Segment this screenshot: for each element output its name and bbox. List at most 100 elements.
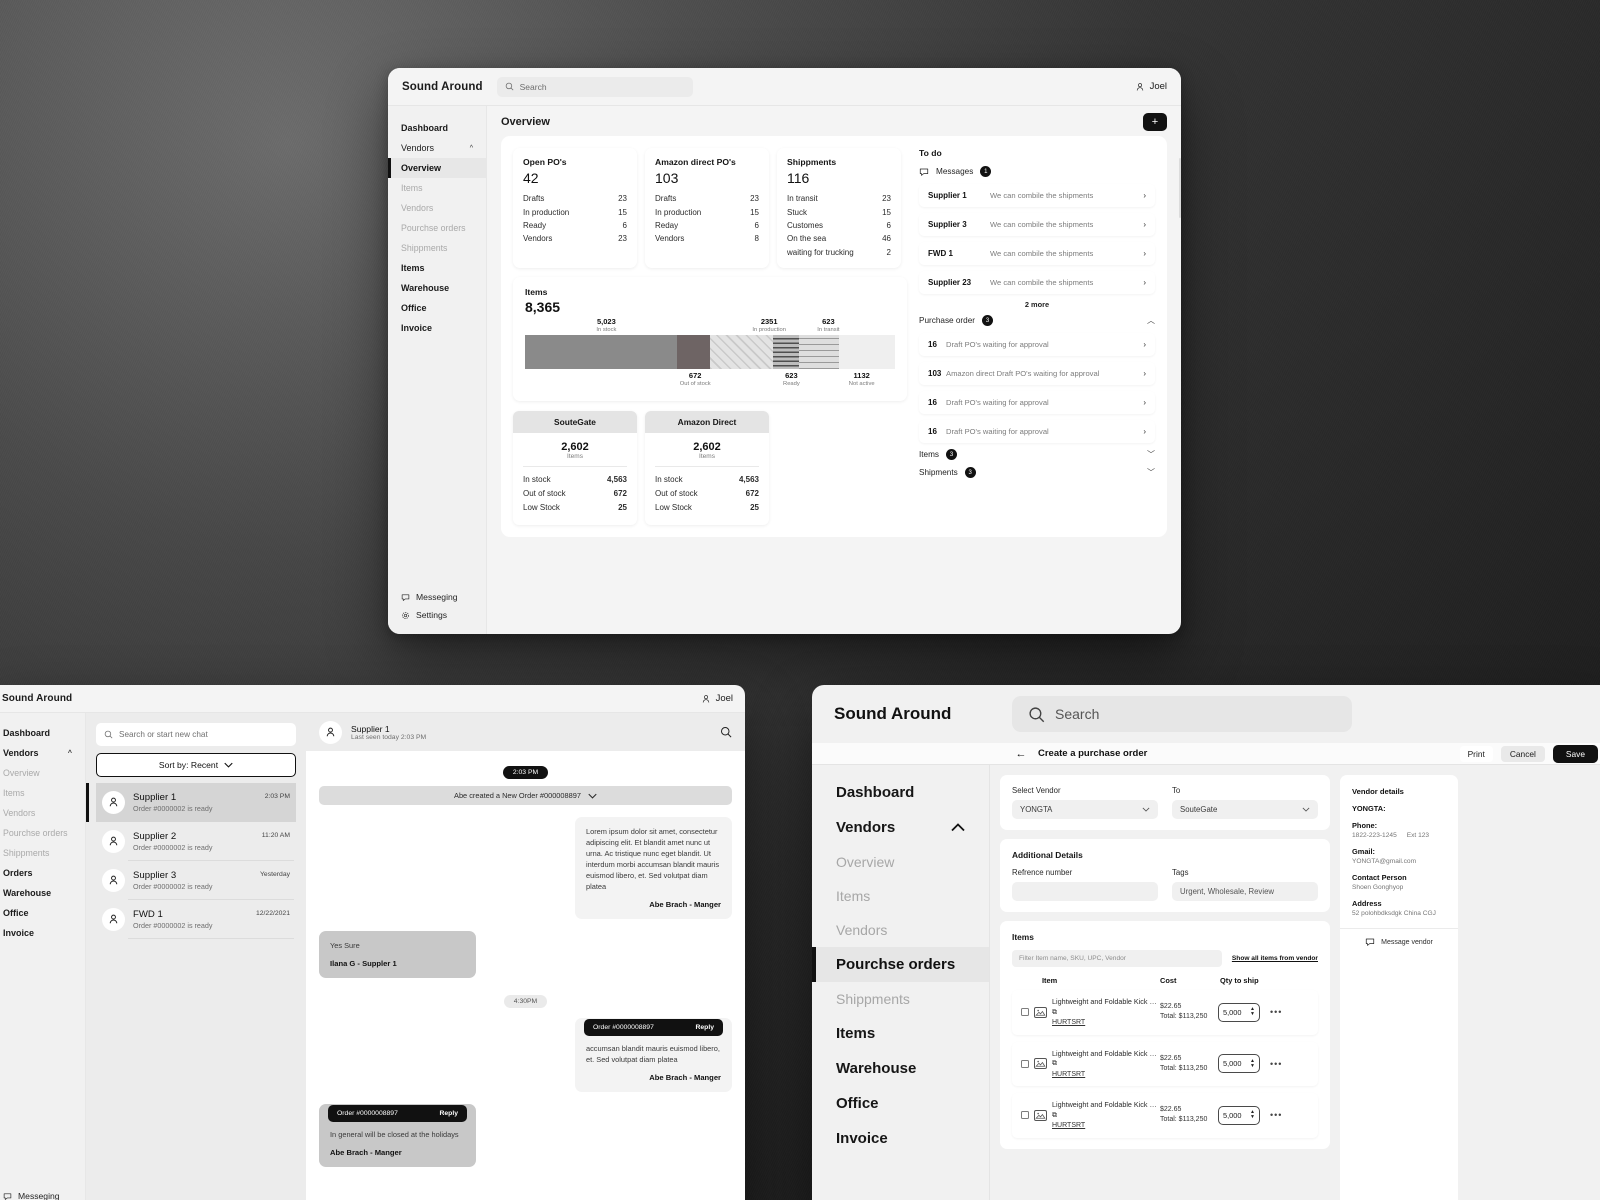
todo-po-row[interactable]: 16 Draft PO's waiting for approval › — [919, 333, 1155, 356]
sidebar-item-overview[interactable]: Overview — [388, 158, 486, 178]
sidebar-item-purchase-orders[interactable]: Pourchse orders — [388, 218, 486, 238]
user-menu[interactable]: Joel — [701, 693, 733, 704]
quoted-order[interactable]: Order #0000008897 Reply — [584, 1019, 723, 1036]
todo-section-shipments[interactable]: Shipments 3 ﹀ — [919, 467, 1155, 478]
todo-message-row[interactable]: Supplier 23 We can combile the shipments… — [919, 271, 1155, 294]
message-vendor-button[interactable]: Message vendor — [1352, 929, 1446, 955]
row-menu-icon[interactable]: ••• — [1270, 1059, 1282, 1069]
list-item[interactable]: Supplier 1 Order #0000002 is ready 2:03 … — [86, 783, 296, 822]
todo-message-row[interactable]: FWD 1 We can combile the shipments › — [919, 242, 1155, 265]
sidebar-item-items-sub[interactable]: Items — [812, 879, 989, 913]
todo-message-row[interactable]: Supplier 1 We can combile the shipments … — [919, 184, 1155, 207]
list-item[interactable]: Supplier 2 Order #0000002 is ready 11:20… — [96, 822, 296, 861]
sidebar-item-messaging[interactable]: Messeging — [401, 592, 473, 602]
sidebar-item-dashboard[interactable]: Dashboard — [812, 775, 989, 810]
to-dropdown[interactable]: SouteGate — [1172, 800, 1318, 819]
sidebar-item-vendors[interactable]: Vendors — [812, 810, 989, 845]
row-checkbox[interactable] — [1021, 1059, 1029, 1068]
sidebar-item-vendors-sub[interactable]: Vendors — [0, 803, 85, 823]
sidebar-item-invoice[interactable]: Invoice — [812, 1121, 989, 1156]
sidebar-item-items[interactable]: Items — [388, 258, 486, 278]
todo-scrollbar[interactable] — [1179, 158, 1181, 218]
search-input[interactable]: Search — [1012, 696, 1352, 732]
chevron-down-icon[interactable]: ﹀ — [1147, 449, 1155, 460]
sidebar-item-invoice[interactable]: Invoice — [388, 318, 486, 338]
sidebar-item-office[interactable]: Office — [388, 298, 486, 318]
sidebar-item-messaging[interactable]: Messeging — [3, 1191, 72, 1200]
row-menu-icon[interactable]: ••• — [1270, 1007, 1282, 1017]
chevron-down-icon[interactable]: ﹀ — [1147, 467, 1155, 478]
sidebar-item-warehouse[interactable]: Warehouse — [812, 1051, 989, 1086]
todo-more-link[interactable]: 2 more — [919, 300, 1155, 309]
item-sku[interactable]: HURTSRT — [1052, 1018, 1085, 1028]
user-menu[interactable]: Joel — [1135, 81, 1167, 92]
sidebar-item-items-sub[interactable]: Items — [0, 783, 85, 803]
stepper-arrows-icon[interactable]: ▲ ▼ — [1250, 1007, 1255, 1017]
quantity-stepper[interactable]: 5,000 ▲ ▼ — [1218, 1105, 1260, 1125]
stepper-arrows-icon[interactable]: ▲ ▼ — [1250, 1110, 1255, 1120]
quantity-stepper[interactable]: 5,000 ▲ ▼ — [1218, 1002, 1260, 1022]
cancel-button[interactable]: Cancel — [1500, 745, 1545, 762]
sidebar-item-vendors-sub[interactable]: Vendors — [388, 198, 486, 218]
sidebar-item-vendors[interactable]: Vendors ^ — [388, 138, 486, 158]
copy-icon[interactable]: ⧉ — [1052, 1110, 1057, 1119]
sidebar-item-settings[interactable]: Settings — [401, 610, 473, 620]
quantity-stepper[interactable]: 5,000 ▲ ▼ — [1218, 1054, 1260, 1074]
chat-search-input[interactable]: Search or start new chat — [96, 723, 296, 746]
sidebar-item-overview[interactable]: Overview — [0, 763, 85, 783]
sidebar-item-warehouse[interactable]: Warehouse — [388, 278, 486, 298]
todo-po-row[interactable]: 16 Draft PO's waiting for approval › — [919, 391, 1155, 414]
sidebar-item-items[interactable]: Items — [812, 1016, 989, 1051]
sidebar-item-vendors[interactable]: Vendors ^ — [0, 743, 85, 763]
sidebar-item-vendors-sub[interactable]: Vendors — [812, 913, 989, 947]
quoted-order[interactable]: Order #0000008897 Reply — [328, 1105, 467, 1122]
item-sku[interactable]: HURTSRT — [1052, 1121, 1085, 1131]
sidebar-item-office[interactable]: Office — [0, 903, 85, 923]
chevron-up-icon[interactable]: ︿ — [1147, 315, 1155, 326]
sidebar-item-items-sub[interactable]: Items — [388, 178, 486, 198]
arrow-left-icon[interactable]: ← — [1014, 747, 1028, 761]
row-checkbox[interactable] — [1021, 1111, 1029, 1120]
sidebar-item-orders[interactable]: Orders — [0, 863, 85, 883]
copy-icon[interactable]: ⧉ — [1052, 1007, 1057, 1016]
sidebar-item-office[interactable]: Office — [812, 1086, 989, 1121]
list-item[interactable]: Supplier 3 Order #0000002 is ready Yeste… — [96, 861, 296, 900]
tags-input[interactable]: Urgent, Wholesale, Review — [1172, 882, 1318, 901]
select-vendor-dropdown[interactable]: YONGTA — [1012, 800, 1158, 819]
add-button[interactable]: + — [1143, 113, 1167, 131]
sidebar-item-shipments[interactable]: Shippments — [388, 238, 486, 258]
sidebar-item-purchase-orders[interactable]: Pourchse orders — [0, 823, 85, 843]
system-message[interactable]: Abe created a New Order #000008897 — [319, 786, 732, 805]
chat-search-icon[interactable] — [720, 726, 732, 738]
table-row[interactable]: Lightweight and Foldable Kick … ⧉ HURTSR… — [1012, 1093, 1318, 1138]
sidebar-item-warehouse[interactable]: Warehouse — [0, 883, 85, 903]
sidebar-item-dashboard[interactable]: Dashboard — [0, 723, 85, 743]
item-filter-input[interactable]: Filter Item name, SKU, UPC, Vendor — [1012, 950, 1222, 967]
table-row[interactable]: Lightweight and Foldable Kick … ⧉ HURTSR… — [1012, 990, 1318, 1035]
print-button[interactable]: Print — [1459, 745, 1493, 762]
sidebar-item-shipments[interactable]: Shippments — [0, 843, 85, 863]
todo-po-row[interactable]: 103 Amazon direct Draft PO's waiting for… — [919, 362, 1155, 385]
todo-section-messages[interactable]: Messages 1 — [919, 166, 1155, 177]
table-row[interactable]: Lightweight and Foldable Kick … ⧉ HURTSR… — [1012, 1041, 1318, 1086]
copy-icon[interactable]: ⧉ — [1052, 1058, 1057, 1067]
stepper-arrows-icon[interactable]: ▲ ▼ — [1250, 1058, 1255, 1069]
row-menu-icon[interactable]: ••• — [1270, 1110, 1282, 1120]
search-input[interactable]: Search — [496, 76, 693, 97]
item-sku[interactable]: HURTSRT — [1052, 1070, 1085, 1080]
sidebar-item-invoice[interactable]: Invoice — [0, 923, 85, 943]
reply-link[interactable]: Reply — [695, 1022, 714, 1033]
save-button[interactable]: Save — [1552, 744, 1598, 763]
todo-section-items[interactable]: Items 3 ﹀ — [919, 449, 1155, 460]
row-checkbox[interactable] — [1021, 1008, 1029, 1017]
reference-number-input[interactable] — [1012, 882, 1158, 901]
reply-link[interactable]: Reply — [439, 1108, 458, 1119]
todo-section-purchase-order[interactable]: Purchase order 3 ︿ — [919, 315, 1155, 326]
sidebar-item-shipments[interactable]: Shippments — [812, 982, 989, 1016]
sort-dropdown[interactable]: Sort by: Recent — [96, 753, 296, 777]
show-all-items-link[interactable]: Show all items from vendor — [1232, 955, 1318, 962]
sidebar-item-overview[interactable]: Overview — [812, 845, 989, 879]
list-item[interactable]: FWD 1 Order #0000002 is ready 12/22/2021 — [96, 900, 296, 939]
todo-message-row[interactable]: Supplier 3 We can combile the shipments … — [919, 213, 1155, 236]
todo-po-row[interactable]: 16 Draft PO's waiting for approval › — [919, 420, 1155, 443]
